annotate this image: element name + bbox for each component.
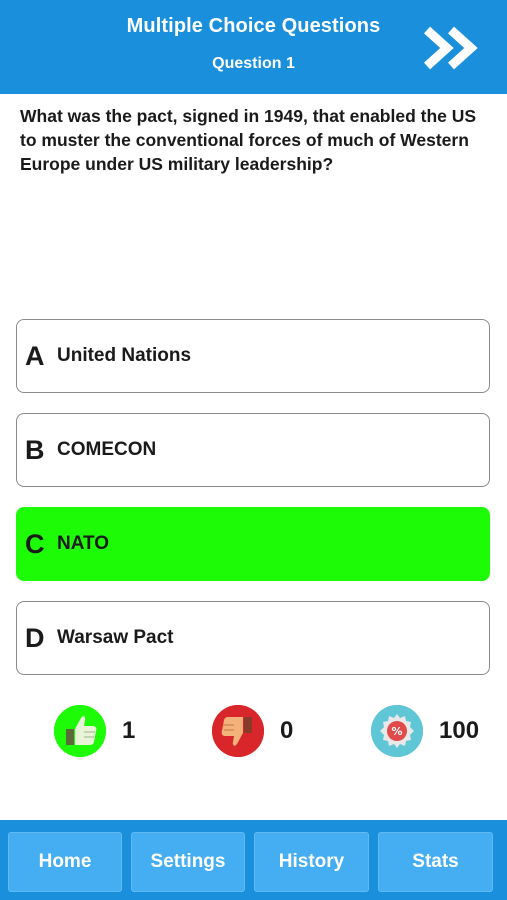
question-text: What was the pact, signed in 1949, that … bbox=[20, 106, 477, 174]
option-label: COMECON bbox=[57, 439, 157, 460]
option-letter: C bbox=[25, 528, 45, 559]
thumbs-down-icon bbox=[212, 705, 264, 757]
percent-badge-icon: % bbox=[371, 705, 423, 757]
option-c-button[interactable]: C NATO bbox=[16, 507, 490, 581]
option-b-button[interactable]: B COMECON bbox=[16, 413, 490, 487]
option-letter: B bbox=[25, 434, 45, 465]
score-percent-stat: % 100 bbox=[371, 705, 479, 757]
option-d-button[interactable]: D Warsaw Pact bbox=[16, 601, 490, 675]
header-bar: Multiple Choice Questions Question 1 bbox=[0, 0, 507, 94]
next-question-button[interactable] bbox=[421, 24, 487, 72]
svg-text:%: % bbox=[391, 725, 402, 738]
option-label: United Nations bbox=[57, 345, 192, 366]
tab-history[interactable]: History bbox=[254, 832, 369, 892]
wrong-count: 0 bbox=[280, 717, 294, 744]
option-letter: D bbox=[25, 622, 45, 653]
double-chevron-right-icon bbox=[423, 26, 478, 70]
correct-count-stat: 1 bbox=[54, 705, 135, 757]
tab-stats[interactable]: Stats bbox=[378, 832, 493, 892]
option-a-button[interactable]: A United Nations bbox=[16, 319, 490, 393]
tab-home[interactable]: Home bbox=[8, 832, 122, 892]
thumbs-up-icon bbox=[54, 705, 106, 757]
tab-settings[interactable]: Settings bbox=[131, 832, 245, 892]
option-label: NATO bbox=[57, 533, 110, 554]
wrong-count-stat: 0 bbox=[212, 705, 293, 757]
app-screen: Multiple Choice Questions Question 1 Wha… bbox=[0, 0, 507, 900]
option-label: Warsaw Pact bbox=[57, 627, 174, 648]
correct-count: 1 bbox=[122, 717, 136, 744]
score-percent: 100 bbox=[439, 717, 480, 744]
bottom-tab-bar: Home Settings History Stats bbox=[0, 820, 507, 900]
option-letter: A bbox=[25, 340, 45, 371]
